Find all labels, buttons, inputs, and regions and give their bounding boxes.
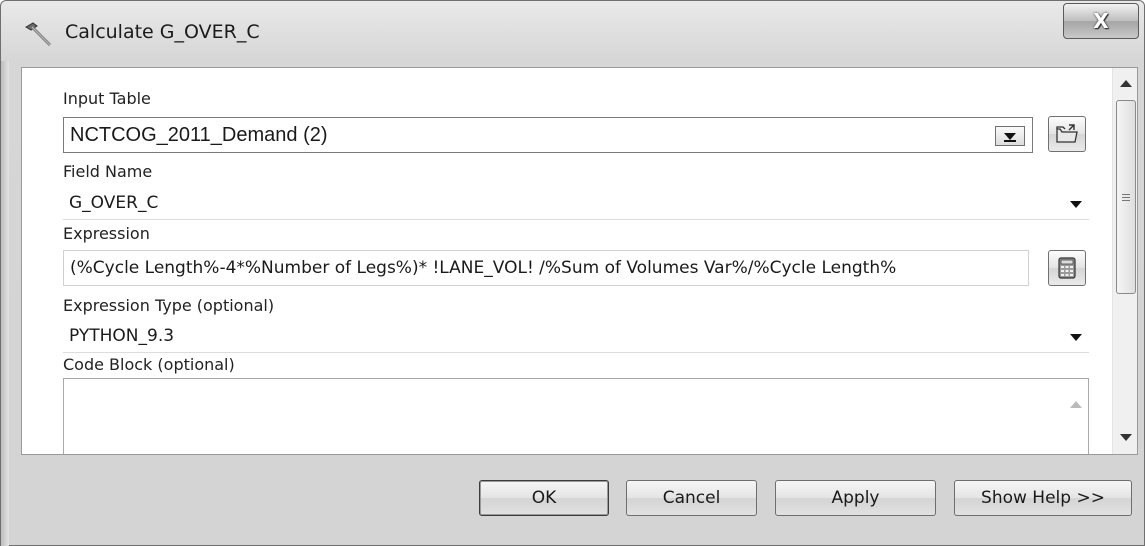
field-name-dropdown[interactable]: G_OVER_C — [63, 186, 1089, 220]
show-help-button[interactable]: Show Help >> — [954, 480, 1132, 516]
browse-button[interactable] — [1048, 116, 1086, 152]
input-table-label: Input Table — [63, 89, 151, 108]
code-block-label: Code Block (optional) — [63, 355, 235, 374]
input-table-combobox[interactable]: NCTCOG_2011_Demand (2) — [63, 117, 1033, 153]
expression-value: (%Cycle Length%-4*%Number of Legs%)* !LA… — [70, 258, 897, 278]
field-name-value: G_OVER_C — [69, 192, 159, 213]
expression-input[interactable]: (%Cycle Length%-4*%Number of Legs%)* !LA… — [63, 250, 1029, 286]
input-table-dropdown-button[interactable] — [995, 126, 1025, 146]
expression-type-label: Expression Type (optional) — [63, 296, 275, 315]
vertical-scrollbar[interactable] — [1112, 68, 1137, 454]
chevron-down-icon[interactable] — [1070, 201, 1082, 208]
grip-line — [1122, 200, 1130, 201]
window-frame-left — [1, 61, 9, 546]
hammer-icon — [25, 22, 52, 47]
folder-open-icon — [1056, 124, 1078, 143]
title-bar[interactable]: Calculate G_OVER_C X — [1, 1, 1144, 61]
dropdown-underline — [1004, 140, 1016, 142]
expression-label: Expression — [63, 224, 150, 243]
window-title: Calculate G_OVER_C — [65, 21, 260, 43]
expression-type-value: PYTHON_9.3 — [69, 325, 175, 346]
input-table-value: NCTCOG_2011_Demand (2) — [70, 123, 328, 146]
scroll-up-icon[interactable] — [1070, 401, 1082, 408]
tool-parameters-panel: Input Table NCTCOG_2011_Demand (2) Field… — [21, 67, 1138, 455]
grip-line — [1122, 197, 1130, 198]
chevron-down-icon — [1004, 132, 1016, 140]
chevron-down-icon[interactable] — [1070, 334, 1082, 341]
scroll-down-icon[interactable] — [1120, 434, 1132, 441]
scroll-up-icon[interactable] — [1120, 80, 1132, 87]
cancel-button[interactable]: Cancel — [626, 480, 757, 516]
ok-button[interactable]: OK — [479, 480, 609, 516]
expression-type-dropdown[interactable]: PYTHON_9.3 — [63, 319, 1089, 353]
code-block-textarea[interactable] — [63, 378, 1089, 454]
field-name-label: Field Name — [63, 162, 153, 181]
close-icon: X — [1093, 9, 1109, 33]
calculate-dialog: Calculate G_OVER_C X Input Table NCTCOG_… — [0, 0, 1145, 546]
calculator-button[interactable] — [1048, 250, 1086, 286]
grip-line — [1122, 194, 1130, 195]
calculator-icon — [1058, 257, 1076, 279]
scrollbar-thumb[interactable] — [1116, 100, 1136, 294]
close-button[interactable]: X — [1063, 3, 1139, 39]
apply-button[interactable]: Apply — [775, 480, 936, 516]
